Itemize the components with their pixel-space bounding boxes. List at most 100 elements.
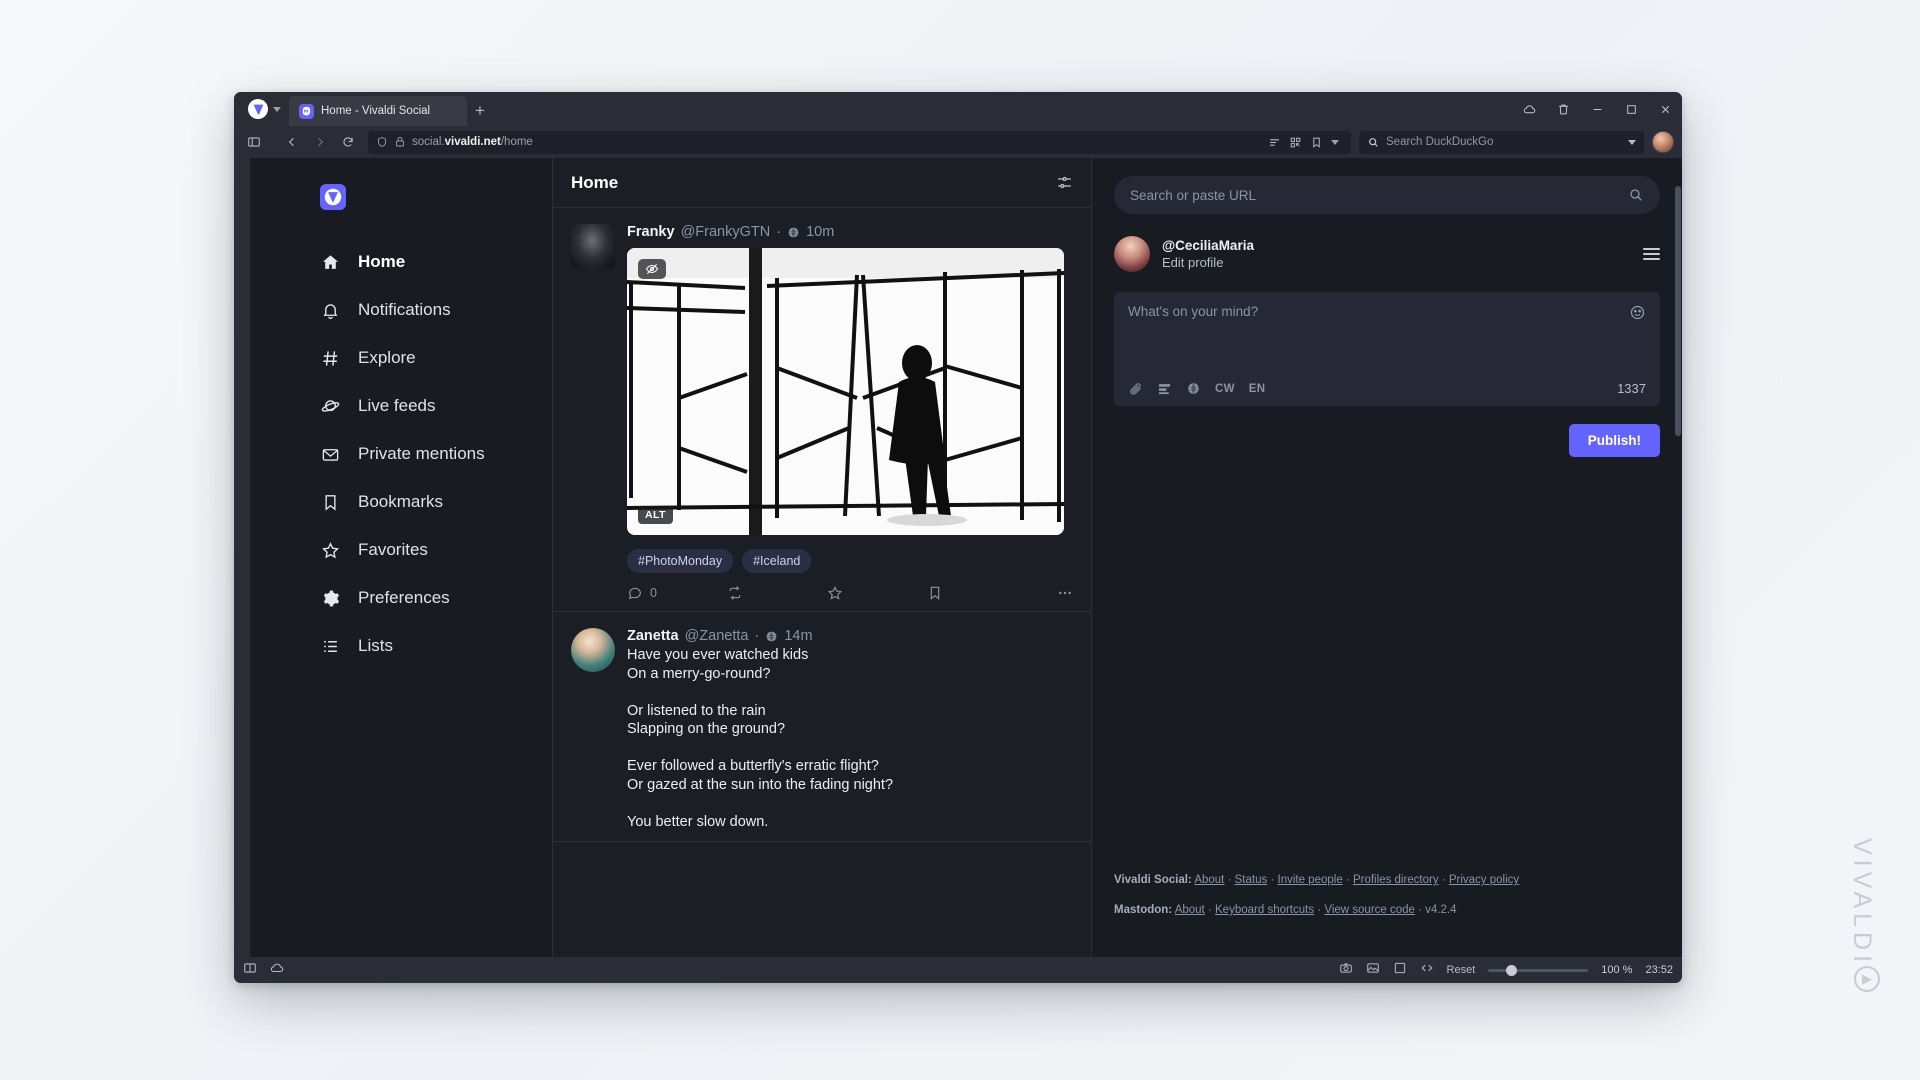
page-actions-icon[interactable] (1393, 961, 1407, 980)
status-media[interactable]: ALT (627, 248, 1064, 535)
bookmark-button[interactable] (927, 585, 1027, 601)
sidebar-item-label: Bookmarks (358, 492, 444, 511)
hashtag-pill[interactable]: #Iceland (742, 549, 812, 573)
status-line: Or listened to the rain (627, 702, 766, 719)
sliders-icon[interactable] (1056, 174, 1073, 191)
status-line: Have you ever watched kids (627, 647, 809, 663)
search-or-paste-url-input[interactable]: Search or paste URL (1114, 176, 1660, 214)
panel-toggle-button[interactable] (242, 130, 266, 154)
hide-media-button[interactable] (638, 259, 666, 279)
reload-button[interactable] (336, 130, 360, 154)
profile-row[interactable]: @CeciliaMaria Edit profile (1114, 236, 1660, 272)
sidebar-item-preferences[interactable]: Preferences (320, 574, 552, 622)
edit-profile-link[interactable]: Edit profile (1162, 255, 1254, 270)
search-engine-icon[interactable] (1367, 136, 1380, 149)
sidebar-item-bookmarks[interactable]: Bookmarks (320, 478, 552, 526)
reply-button[interactable]: 0 (627, 585, 727, 601)
profile-avatar-button[interactable] (1652, 131, 1674, 153)
cloud-icon[interactable] (1512, 92, 1546, 126)
bookmark-icon[interactable] (1310, 136, 1323, 149)
page-scrollbar[interactable] (1674, 158, 1682, 957)
back-button[interactable] (280, 130, 304, 154)
status-item[interactable]: Franky @FrankyGTN · 10m ALT #PhotoMonday… (553, 208, 1091, 612)
sidebar-item-private-mentions[interactable]: Private mentions (320, 430, 552, 478)
search-input[interactable]: Search DuckDuckGo (1386, 136, 1622, 148)
language-toggle[interactable]: EN (1249, 383, 1266, 395)
smiley-icon[interactable] (1629, 304, 1646, 321)
avatar[interactable] (571, 224, 615, 268)
content-warning-toggle[interactable]: CW (1215, 383, 1235, 395)
maximize-button[interactable] (1614, 92, 1648, 126)
status-item[interactable]: Zanetta @Zanetta · 14m Have you ever wat… (553, 612, 1091, 843)
search-placeholder: Search or paste URL (1130, 187, 1257, 203)
window-controls (1512, 92, 1682, 126)
sidebar-item-home[interactable]: Home (320, 238, 552, 286)
capture-icon[interactable] (1339, 961, 1353, 980)
tiling-icon[interactable] (243, 961, 257, 980)
footer-link-keyboard-shortcuts[interactable]: Keyboard shortcuts (1215, 904, 1314, 916)
footer-link-mastodon-about[interactable]: About (1175, 904, 1205, 916)
footer-link-profiles-directory[interactable]: Profiles directory (1353, 874, 1439, 886)
separator: · (754, 628, 760, 644)
publish-button[interactable]: Publish! (1568, 424, 1660, 457)
hashtag-pill[interactable]: #PhotoMonday (627, 549, 734, 573)
reader-view-icon[interactable] (1268, 136, 1281, 149)
tab-home-vivaldi-social[interactable]: Home - Vivaldi Social (289, 96, 467, 126)
avatar[interactable] (1114, 236, 1150, 272)
image-toggle-icon[interactable] (1366, 961, 1380, 980)
chevron-down-icon[interactable] (1331, 139, 1339, 145)
compose-box[interactable]: What's on your mind? CW EN 1337 (1114, 292, 1660, 406)
visibility-globe-icon[interactable] (1186, 381, 1201, 396)
magnifier-icon[interactable] (1628, 187, 1644, 203)
sidebar-item-notifications[interactable]: Notifications (320, 286, 552, 334)
vivaldi-social-logo-icon[interactable] (320, 184, 346, 210)
zoom-reset-button[interactable]: Reset (1447, 964, 1476, 976)
cloud-icon[interactable] (270, 961, 284, 980)
sidebar-item-explore[interactable]: Explore (320, 334, 552, 382)
browser-window: Home - Vivaldi Social + social.vivaldi.n… (234, 92, 1682, 983)
gear-icon (320, 589, 341, 608)
status-list: Franky @FrankyGTN · 10m ALT #PhotoMonday… (553, 208, 1091, 957)
sidebar-item-favorites[interactable]: Favorites (320, 526, 552, 574)
vivaldi-menu-button[interactable] (240, 92, 287, 126)
footer-label: Vivaldi Social: (1114, 874, 1192, 887)
more-options-button[interactable] (1057, 585, 1073, 601)
timestamp: 10m (806, 224, 835, 240)
footer-link-status[interactable]: Status (1235, 874, 1268, 886)
mastodon-icon (299, 103, 314, 119)
developer-tools-icon[interactable] (1420, 961, 1434, 980)
sidebar-item-live-feeds[interactable]: Live feeds (320, 382, 552, 430)
footer-link-view-source-code[interactable]: View source code (1324, 904, 1415, 916)
zoom-slider[interactable] (1488, 964, 1589, 976)
address-bar: social.vivaldi.net/home Search DuckDuckG… (234, 126, 1682, 158)
footer-link-invite-people[interactable]: Invite people (1278, 874, 1343, 886)
qr-code-icon[interactable] (1289, 136, 1302, 149)
new-tab-button[interactable]: + (467, 96, 493, 126)
footer-link-about[interactable]: About (1194, 874, 1224, 886)
trash-icon[interactable] (1546, 92, 1580, 126)
avatar[interactable] (571, 628, 615, 672)
separator: · (776, 224, 782, 240)
shield-icon (376, 136, 388, 148)
minimize-button[interactable] (1580, 92, 1614, 126)
status-line: Slapping on the ground? (627, 721, 786, 738)
forward-button[interactable] (308, 130, 332, 154)
display-name: Zanetta (627, 628, 679, 644)
hamburger-icon[interactable] (1643, 248, 1660, 260)
status-bar: Reset 100 % 23:52 (234, 957, 1682, 983)
alt-badge[interactable]: ALT (638, 506, 673, 524)
sidebar-item-label: Preferences (358, 588, 450, 607)
favorite-button[interactable] (827, 585, 927, 601)
search-field[interactable]: Search DuckDuckGo (1359, 130, 1644, 154)
sidebar-item-lists[interactable]: Lists (320, 622, 552, 670)
chevron-down-icon[interactable] (1628, 139, 1636, 145)
boost-button[interactable] (727, 585, 827, 601)
attach-icon[interactable] (1128, 381, 1143, 396)
url-field[interactable]: social.vivaldi.net/home (368, 130, 1351, 154)
footer-link-privacy-policy[interactable]: Privacy policy (1449, 874, 1519, 886)
compose-textarea[interactable]: What's on your mind? (1128, 304, 1258, 319)
poll-icon[interactable] (1157, 381, 1172, 396)
close-button[interactable] (1648, 92, 1682, 126)
compose-body[interactable] (1128, 321, 1646, 381)
mastodon-footer-links: Mastodon: About · Keyboard shortcuts · V… (1114, 904, 1457, 917)
